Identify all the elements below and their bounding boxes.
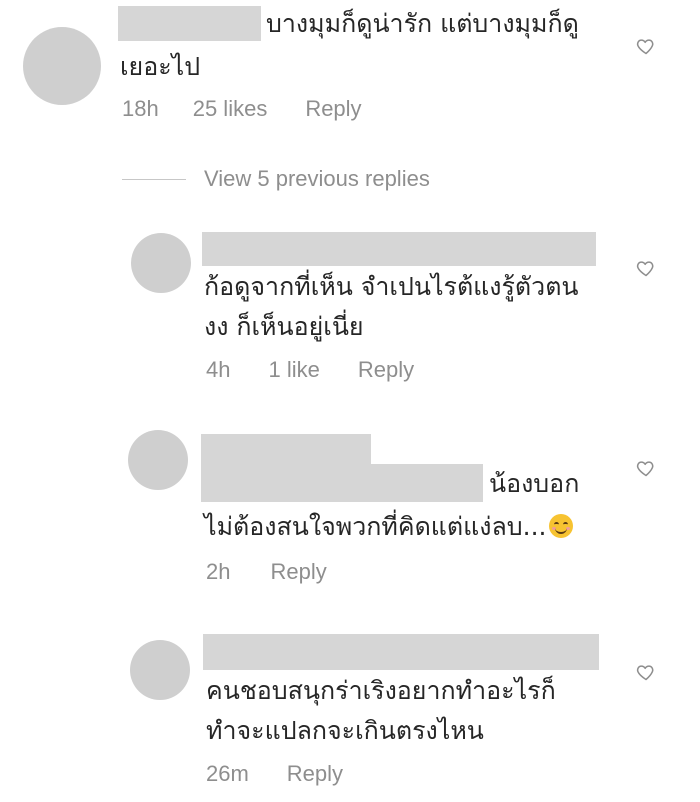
heart-outline-icon[interactable] — [636, 258, 656, 278]
redacted-username[interactable] — [203, 634, 599, 670]
avatar[interactable] — [128, 430, 188, 490]
comment-meta: 18h 25 likes Reply — [122, 96, 400, 122]
comment-time: 4h — [206, 357, 231, 382]
comment-text-line: เยอะไป — [120, 52, 201, 81]
reply-button[interactable]: Reply — [287, 761, 343, 787]
comment-text-line: น้องบอก — [489, 469, 580, 498]
redacted-username[interactable] — [201, 464, 483, 502]
comment-text: ไม่ต้องสนใจพวกที่คิดแต่แง่ลบ... — [204, 512, 547, 541]
view-previous-replies[interactable]: View 5 previous replies — [122, 166, 430, 192]
redacted-username[interactable] — [202, 232, 596, 266]
comment-text-line: งง ก็เห็นอยู่เนี่ย — [204, 312, 364, 341]
comment-text-line: ไม่ต้องสนใจพวกที่คิดแต่แง่ลบ... — [204, 506, 573, 548]
smiling-face-emoji — [548, 514, 573, 538]
view-previous-label[interactable]: View 5 previous replies — [204, 166, 430, 192]
reply-button[interactable]: Reply — [358, 357, 414, 383]
redacted-username[interactable] — [201, 434, 371, 464]
comment-text-line: ทำจะแปลกจะเกินตรงไหน — [206, 716, 484, 745]
comment-time: 26m — [206, 761, 249, 786]
likes-count[interactable]: 25 likes — [193, 96, 268, 122]
divider-line — [122, 178, 186, 180]
avatar[interactable] — [131, 233, 191, 293]
avatar[interactable] — [23, 27, 101, 105]
reply-button[interactable]: Reply — [305, 96, 361, 122]
comment-time: 2h — [206, 559, 231, 584]
reply-button[interactable]: Reply — [270, 559, 326, 585]
comment-meta: 26m Reply — [206, 761, 381, 787]
avatar[interactable] — [130, 640, 190, 700]
comment-meta: 2h Reply — [206, 559, 365, 585]
comment-text-line: คนชอบสนุกร่าเริงอยากทำอะไรก็ — [206, 676, 556, 705]
comment-text-line: บางมุมก็ดูน่ารัก แต่บางมุมก็ดู — [266, 9, 579, 38]
heart-outline-icon[interactable] — [636, 458, 656, 478]
heart-outline-icon[interactable] — [636, 662, 656, 682]
comment-time: 18h — [122, 96, 159, 121]
heart-outline-icon[interactable] — [636, 36, 656, 56]
likes-count[interactable]: 1 like — [268, 357, 319, 383]
redacted-username[interactable] — [118, 6, 261, 41]
comment-text-line: ก้อดูจากที่เห็น จำเปนไรต้แงรู้ตัวตน — [204, 272, 579, 301]
comment-meta: 4h 1 like Reply — [206, 357, 452, 383]
